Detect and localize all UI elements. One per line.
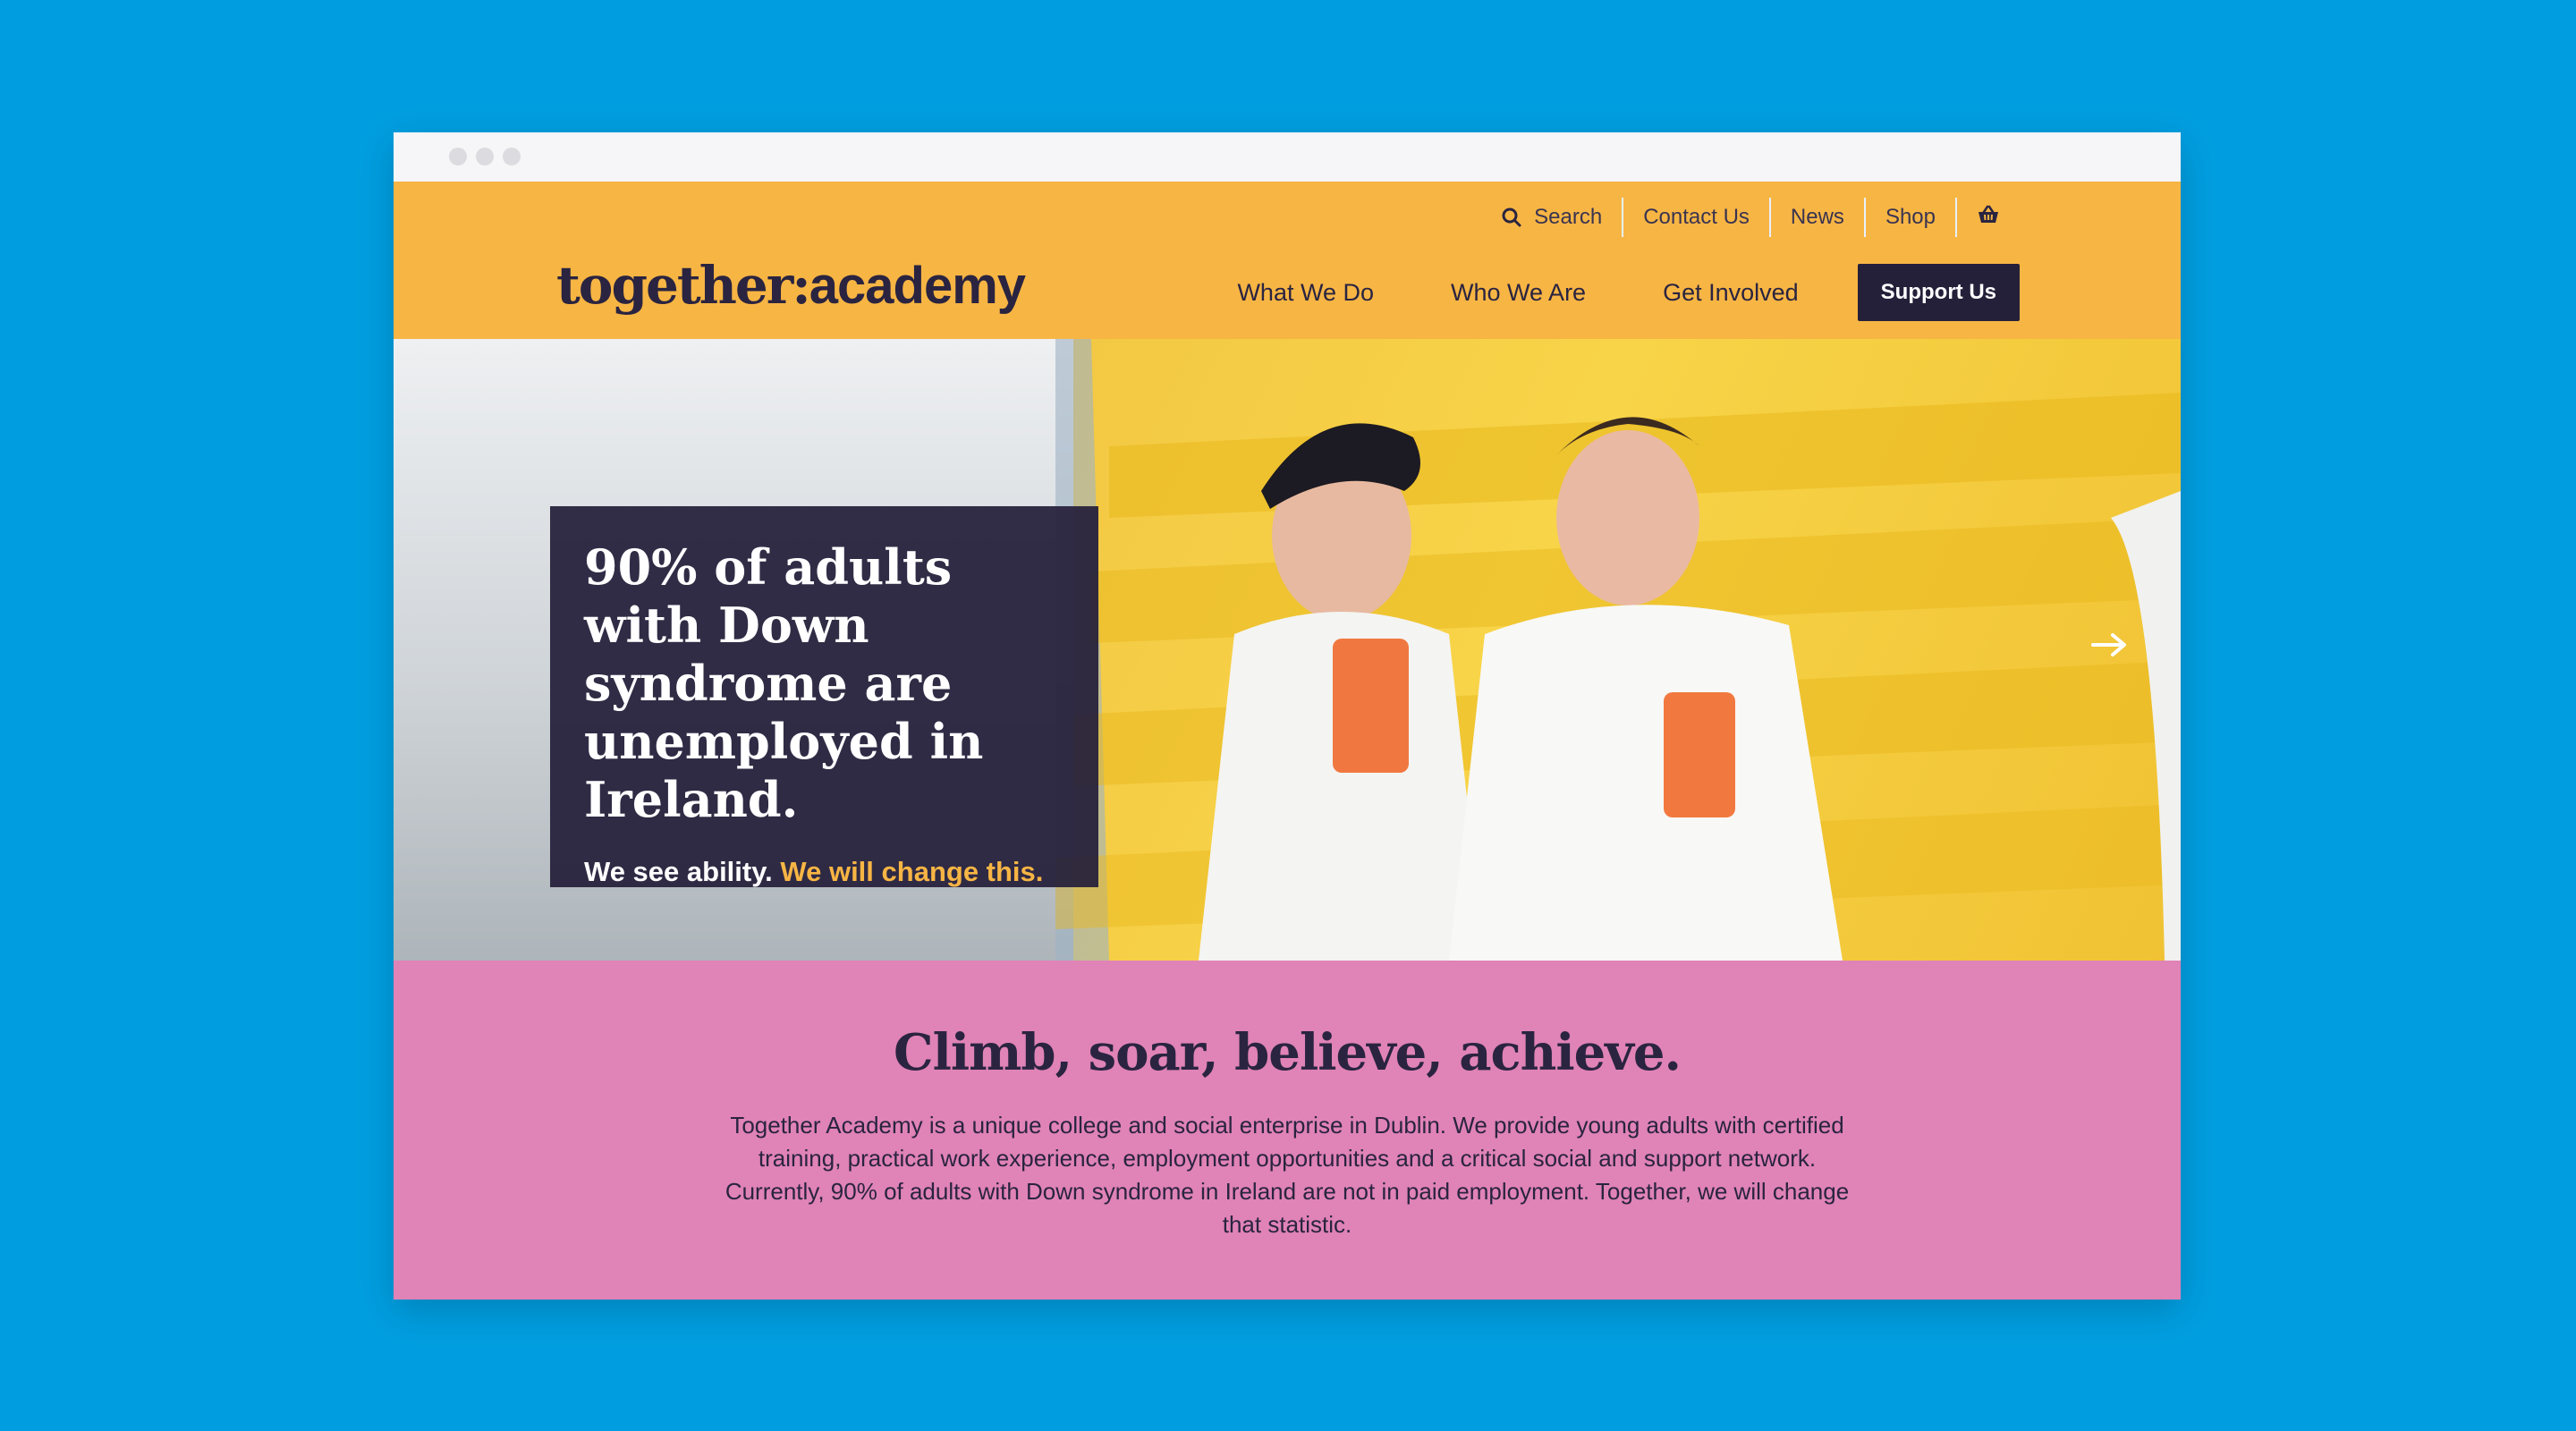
hero-subtitle-plain: We see ability. xyxy=(584,856,773,887)
window-dot-icon xyxy=(476,148,494,165)
news-link[interactable]: News xyxy=(1768,198,1864,237)
nav-what-we-do[interactable]: What We Do xyxy=(1237,279,1374,307)
carousel-next-button[interactable] xyxy=(2089,631,2129,663)
logo-word-academy: academy xyxy=(809,257,1026,315)
hero-subtitle-highlight: We will change this. xyxy=(780,856,1044,887)
intro-body: Together Academy is a unique college and… xyxy=(724,1112,1850,1238)
contact-us-link[interactable]: Contact Us xyxy=(1622,198,1769,237)
browser-chrome xyxy=(394,132,2181,182)
hero-subtitle: We see ability. We will change this. xyxy=(584,856,1064,888)
search-link[interactable]: Search xyxy=(1482,198,1622,237)
shop-label: Shop xyxy=(1885,205,1936,229)
hero-title: 90% of adults with Down syndrome are une… xyxy=(584,538,984,828)
hero-carousel: 90% of adults with Down syndrome are une… xyxy=(394,339,2181,961)
support-us-button[interactable]: Support Us xyxy=(1857,264,2020,321)
logo-separator: : xyxy=(792,255,810,316)
intro-section: Climb, soar, believe, achieve. Together … xyxy=(394,961,2181,1300)
arrow-right-icon xyxy=(2089,633,2129,663)
basket-button[interactable] xyxy=(1955,198,2020,237)
shop-link[interactable]: Shop xyxy=(1863,198,1955,237)
search-label: Search xyxy=(1534,205,1603,229)
nav-get-involved[interactable]: Get Involved xyxy=(1663,279,1799,307)
logo-word-together: together xyxy=(556,255,793,316)
main-nav: What We Do Who We Are Get Involved Suppo… xyxy=(1237,264,2020,321)
window-dot-icon xyxy=(449,148,467,165)
news-label: News xyxy=(1790,205,1844,229)
nav-who-we-are[interactable]: Who We Are xyxy=(1451,279,1586,307)
browser-window: Search Contact Us News Shop together:aca… xyxy=(394,132,2181,1300)
site-header: Search Contact Us News Shop together:aca… xyxy=(394,182,2181,339)
basket-icon xyxy=(1977,205,2000,231)
window-dot-icon xyxy=(503,148,521,165)
contact-us-label: Contact Us xyxy=(1643,205,1750,229)
utility-nav: Search Contact Us News Shop xyxy=(1482,196,2020,239)
hero-photo-illustration xyxy=(1055,339,2181,961)
search-icon xyxy=(1502,207,1521,227)
site-logo[interactable]: together:academy xyxy=(556,255,1026,316)
hero-message-card: 90% of adults with Down syndrome are une… xyxy=(550,506,1098,887)
intro-title: Climb, soar, believe, achieve. xyxy=(894,1023,1682,1082)
